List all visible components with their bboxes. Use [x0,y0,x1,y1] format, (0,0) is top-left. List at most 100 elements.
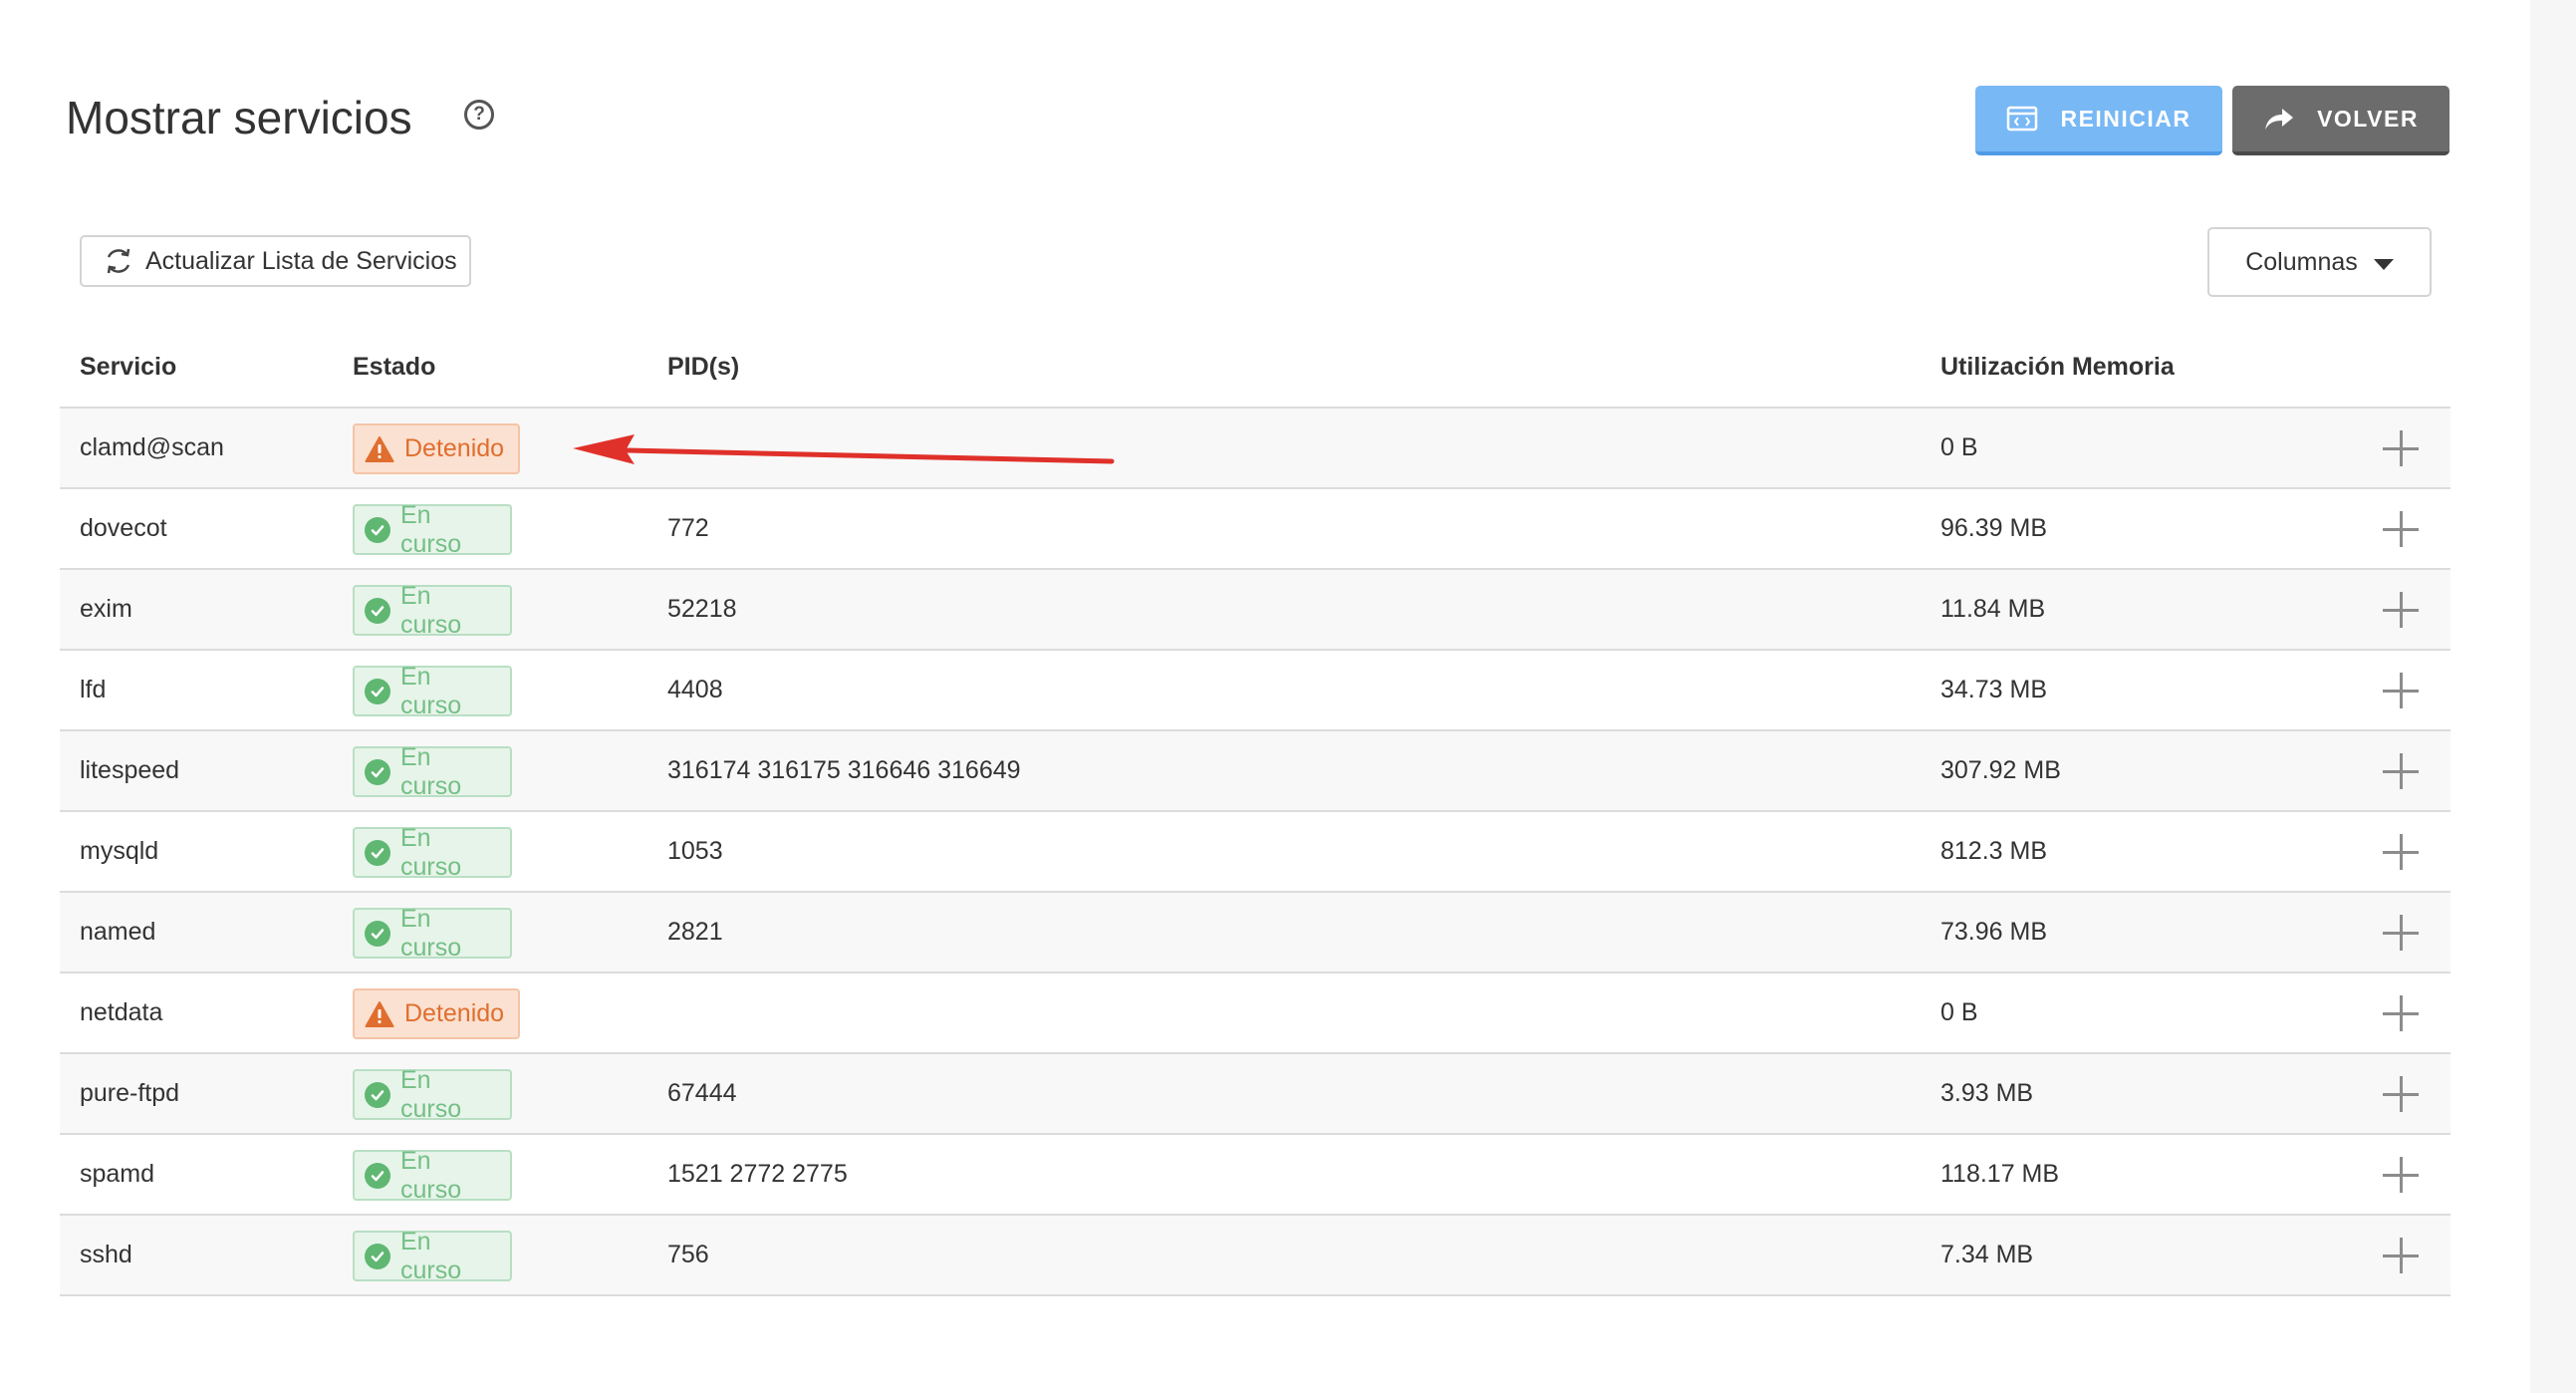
status-label: En curso [400,581,462,639]
service-name: clamd@scan [80,433,224,461]
restart-button-label: REINICIAR [2060,105,2191,132]
status-badge: En curso [353,743,512,800]
memory-value: 3.93 MB [1940,1079,2034,1107]
service-name: exim [80,595,132,623]
memory-value: 7.34 MB [1940,1241,2034,1268]
status-badge: En curso [353,663,512,719]
memory-value: 0 B [1940,998,1978,1026]
memory-value: 812.3 MB [1940,837,2048,865]
page-title: Mostrar servicios [66,92,412,143]
table-body: clamd@scan Detenido 0 B dovecot En curso… [60,409,2450,1296]
warning-triangle-icon [365,1000,394,1027]
table-row: lfd En curso 4408 34.73 MB [60,651,2450,731]
check-circle-icon [365,1162,390,1189]
service-name: dovecot [80,514,167,542]
check-circle-icon [365,597,390,624]
status-badge: En curso [353,905,512,962]
table-row: sshd En curso 756 7.34 MB [60,1216,2450,1296]
table-row: netdata Detenido 0 B [60,974,2450,1054]
service-name: mysqld [80,837,159,865]
column-header-pids[interactable]: PID(s) [667,353,739,382]
status-badge: En curso [353,1066,512,1123]
plus-icon[interactable] [2383,1238,2419,1273]
plus-icon[interactable] [2383,430,2419,466]
status-badge: Detenido [353,423,520,474]
pids-value: 1521 2772 2775 [667,1160,848,1188]
code-window-icon [2007,106,2038,132]
service-name: lfd [80,676,107,703]
check-circle-icon [365,758,390,785]
table-header-row: Servicio Estado PID(s) Utilización Memor… [60,327,2450,409]
status-badge: Detenido [353,988,520,1039]
check-circle-icon [365,516,390,543]
table-row: clamd@scan Detenido 0 B [60,409,2450,489]
plus-icon[interactable] [2383,1076,2419,1112]
pids-value: 4408 [667,676,723,703]
memory-value: 96.39 MB [1940,514,2048,542]
plus-icon[interactable] [2383,995,2419,1031]
plus-icon[interactable] [2383,511,2419,547]
pids-value: 772 [667,514,709,542]
back-button[interactable]: VOLVER [2232,86,2449,155]
status-badge: En curso [353,1228,512,1284]
table-row: dovecot En curso 772 96.39 MB [60,489,2450,570]
warning-triangle-icon [365,435,394,462]
status-label: Detenido [404,999,505,1027]
caret-down-icon [2373,258,2394,270]
status-badge: En curso [353,824,512,881]
status-badge: En curso [353,501,512,558]
table-row: mysqld En curso 1053 812.3 MB [60,812,2450,893]
question-circle-icon[interactable]: ? [464,100,494,130]
column-header-memory[interactable]: Utilización Memoria [1940,353,2175,382]
check-circle-icon [365,1243,390,1269]
plus-icon[interactable] [2383,673,2419,708]
status-label: En curso [400,1227,462,1284]
plus-icon[interactable] [2383,753,2419,789]
service-name: netdata [80,998,163,1026]
memory-value: 118.17 MB [1940,1160,2060,1188]
check-circle-icon [365,1081,390,1108]
memory-value: 11.84 MB [1940,595,2046,623]
page-side-gutter [2530,0,2576,1393]
services-table: Servicio Estado PID(s) Utilización Memor… [60,327,2450,1296]
table-row: litespeed En curso 316174 316175 316646 … [60,731,2450,812]
memory-value: 307.92 MB [1940,756,2061,784]
share-arrow-icon [2265,109,2294,130]
refresh-icon [107,248,130,274]
pids-value: 52218 [667,595,737,623]
columns-dropdown[interactable]: Columnas [2207,227,2432,297]
service-name: pure-ftpd [80,1079,180,1107]
status-label: En curso [400,500,462,558]
column-header-status[interactable]: Estado [353,353,435,382]
pids-value: 756 [667,1241,709,1268]
refresh-services-label: Actualizar Lista de Servicios [145,246,457,275]
pids-value: 2821 [667,918,723,946]
table-row: spamd En curso 1521 2772 2775 118.17 MB [60,1135,2450,1216]
service-name: litespeed [80,756,180,784]
column-header-service[interactable]: Servicio [80,353,176,382]
status-badge: En curso [353,582,512,639]
plus-icon[interactable] [2383,1157,2419,1193]
memory-value: 0 B [1940,433,1978,461]
columns-dropdown-label: Columnas [2245,247,2358,276]
status-label: En curso [400,742,462,800]
table-row: named En curso 2821 73.96 MB [60,893,2450,974]
refresh-services-button[interactable]: Actualizar Lista de Servicios [80,235,471,287]
pids-value: 67444 [667,1079,737,1107]
restart-button[interactable]: REINICIAR [1975,86,2222,155]
status-label: En curso [400,662,462,719]
plus-icon[interactable] [2383,592,2419,628]
pids-value: 1053 [667,837,723,865]
plus-icon[interactable] [2383,834,2419,870]
pids-value: 316174 316175 316646 316649 [667,756,1021,784]
check-circle-icon [365,839,390,866]
plus-icon[interactable] [2383,915,2419,951]
memory-value: 73.96 MB [1940,918,2048,946]
check-circle-icon [365,678,390,704]
status-label: En curso [400,1146,462,1204]
service-name: sshd [80,1241,132,1268]
check-circle-icon [365,920,390,947]
status-badge: En curso [353,1147,512,1204]
service-name: spamd [80,1160,155,1188]
service-name: named [80,918,156,946]
